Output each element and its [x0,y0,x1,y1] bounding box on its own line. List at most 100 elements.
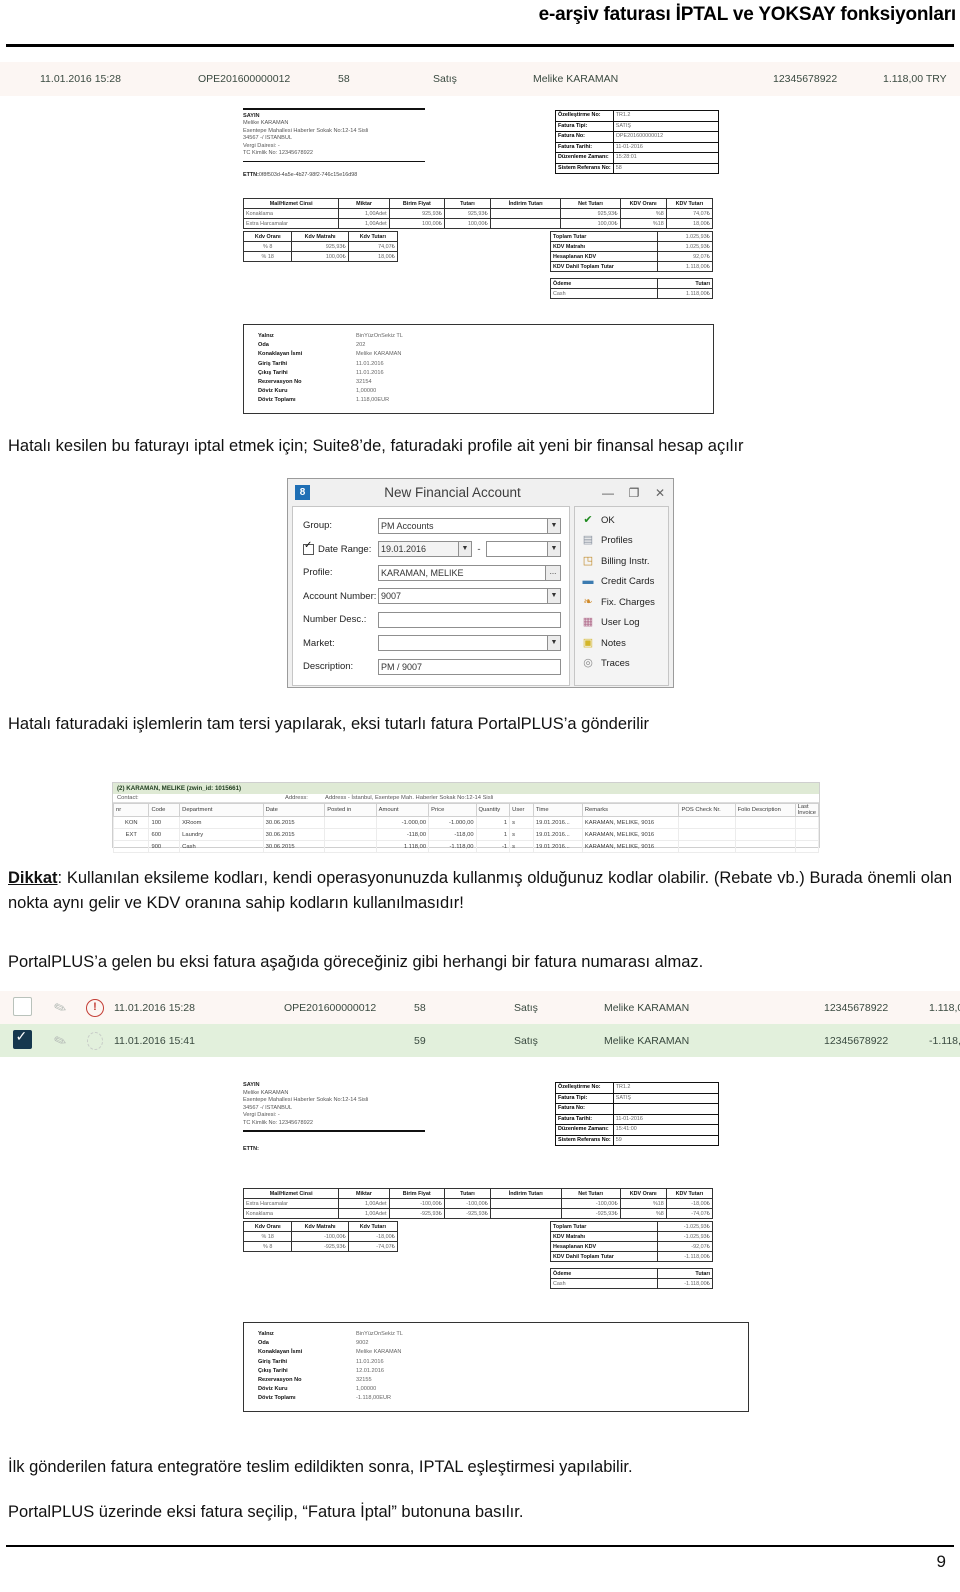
account-number-select[interactable]: 9007 ▼ [378,588,561,605]
date-from-input[interactable]: 19.01.2016 ▼ [378,541,472,558]
chevron-down-icon[interactable]: ▼ [547,518,560,533]
cell [794,828,820,841]
total-val: 1.118,00₺ [657,261,713,272]
grid-col-header[interactable]: Posted in [324,803,377,817]
row-checkbox[interactable] [12,996,32,1016]
paragraph-4: PortalPLUS’a gelen bu eksi fatura aşağıd… [8,953,704,971]
grid-col-header[interactable]: Remarks [581,803,680,817]
description-input[interactable]: PM / 9007 [378,658,561,675]
address-line: TC Kimlik No: 12345678922 [243,1119,313,1126]
table-row[interactable]: 900 Cash 30.06.2015 1.118,00 -1.118,00 -… [112,840,820,853]
meta-table: Özelleştirme No: TR1.2 Fatura Tipi: SATIŞ … [555,110,719,174]
dialog-body: Group: PM Accounts ▼ Date Range: 19.01.2… [288,506,673,690]
cell: -18,00₺ [665,1198,714,1209]
grid-col-header[interactable]: Last Invoice [794,803,820,817]
cell: 18,00₺ [347,251,399,262]
invoice1-payment-table: Ödeme Tutarı Cash 1.118,00₺ [550,278,713,299]
grid-col-header[interactable]: POS Check Nr. [678,803,736,817]
meta-key: Fatura Tipi: [555,120,614,132]
billing-instr-button[interactable]: ◳ Billing Instr. [575,551,668,572]
grid-col-header[interactable]: nr [112,803,150,817]
grid-col-header[interactable]: Amount [375,803,430,817]
grid-col-header[interactable]: Time [532,803,583,817]
profile-input[interactable]: KARAMAN, MELIKE ... [378,564,561,581]
footer-val: 32155 [356,1377,372,1384]
cell: 925,93₺ [291,241,349,252]
invoice2-payment-table: Ödeme Tutarı Cash -1.118,00₺ [550,1268,713,1289]
chevron-down-icon[interactable]: ▼ [547,542,560,557]
date-range-checkbox[interactable] [303,540,314,555]
billing-icon: ◳ [582,554,594,567]
row-amount: 1.118,00 TRY [883,73,947,85]
list-item[interactable]: ✎ ! 11.01.2016 15:28 OPE201600000012 58 … [0,991,960,1024]
chevron-down-icon[interactable]: ▼ [547,589,560,604]
footer-key: Oda [258,342,269,349]
new-financial-account-dialog[interactable]: 8 New Financial Account — ❐ ✕ Group: PM … [287,478,674,688]
invoice2-address-block: SAYIN Melike KARAMAN Esentepe Mahallesi … [243,1082,425,1132]
cell: -100,00₺ [291,1231,349,1242]
grid-col-header[interactable]: Department [179,803,264,817]
cell: KARAMAN, MELIKE, 9016 [581,828,680,841]
edit-pencil-icon[interactable]: ✎ [51,1032,69,1050]
profiles-button[interactable]: ▤ Profiles [575,531,668,552]
ok-button[interactable]: ✔ OK [575,510,668,531]
grid-col-header[interactable]: Code [148,803,181,817]
grid-col-header[interactable]: Price [428,803,477,817]
suite8-posting-grid[interactable]: (2) KARAMAN, MELIKE (zwin_id: 1015661) C… [112,782,820,853]
minimize-button[interactable]: — [595,486,621,500]
col-header: Net Tutarı [560,1188,621,1199]
group-select[interactable]: PM Accounts ▼ [378,517,561,534]
col-header: Tutarı [657,1268,713,1279]
notes-button[interactable]: ▣ Notes [575,633,668,654]
market-select[interactable]: ▼ [378,635,561,652]
warning-circle-icon: ! [86,998,104,1017]
portalplus-top-row[interactable]: 11.01.2016 15:28 OPE201600000012 58 Satı… [0,62,960,96]
chevron-down-icon[interactable]: ▼ [547,636,560,651]
grid-col-header[interactable]: Folio Description [734,803,796,817]
number-desc-input[interactable] [378,611,561,628]
cell: Cash [179,840,264,853]
row-date: 11.01.2016 15:41 [114,1034,195,1047]
maximize-button[interactable]: ❐ [621,486,647,500]
invoice1-kdv-table: Kdv Oranı Kdv Matrahı Kdv Tutarı % 8 925… [242,231,399,262]
lookup-ellipsis-icon[interactable]: ... [545,565,560,580]
address-line: 34567 -/ ISTANBUL [243,1104,293,1111]
document-page: e-arşiv faturası İPTAL ve YOKSAY fonksiy… [0,0,960,1592]
field-group: Market: ▼ [303,634,561,654]
cell: KARAMAN, MELIKE, 9016 [581,816,680,829]
row-invoice-no: OPE201600000012 [284,1001,377,1014]
grid-col-header[interactable]: Date [262,803,326,817]
grid-col-header[interactable]: User [509,803,534,817]
cell: -925,93₺ [443,1208,492,1219]
user-log-button[interactable]: ▦ User Log [575,613,668,634]
table-row: Cash 1.118,00₺ [550,288,713,299]
cell: 19.01.2016... [532,840,583,853]
credit-cards-button[interactable]: ▬ Credit Cards [575,572,668,593]
edit-pencil-icon[interactable]: ✎ [51,999,69,1017]
list-item[interactable]: ✎ ! 11.01.2016 15:41 59 Satış Melike KAR… [0,1024,960,1057]
col-header: Ödeme [550,1268,658,1279]
meta-key: Fatura No: [555,1103,614,1115]
cell [489,218,562,229]
cell: -100,00₺ [388,1198,445,1209]
ok-label: OK [601,514,615,526]
footer-val: 1.118,00EUR [356,397,390,404]
grid-col-header[interactable]: Quantity [475,803,511,817]
table-row[interactable]: KON 100 XRoom 30.06.2015 -1.000,00 -1.00… [112,816,820,829]
meta-val: 59 [612,1134,719,1146]
date-range-separator: - [477,543,481,555]
date-to-input[interactable]: ▼ [486,541,561,558]
fix-charges-button[interactable]: ❧ Fix. Charges [575,592,668,613]
cell [678,840,736,853]
table-row[interactable]: EXT 600 Laundry 30.06.2015 -118,00 -118,… [112,828,820,841]
dikkat-text: : Kullanılan eksileme kodları, kendi ope… [8,869,952,912]
address-rule-bottom [243,1130,425,1132]
traces-button[interactable]: ◎ Traces [575,654,668,675]
invoice1-ettn: ETTN:0f8f503d-4a5e-4b27-98f2-746c15e16d9… [243,172,357,180]
close-button[interactable]: ✕ [647,486,673,500]
chevron-down-icon[interactable]: ▼ [458,542,471,557]
address-line: Esentepe Mahallesi Haberler Sokak No:12-… [243,1097,369,1103]
row-checkbox[interactable] [12,1029,32,1049]
grid-title: (2) KARAMAN, MELIKE (zwin_id: 1015661) [113,783,819,794]
credit-card-icon: ▬ [582,575,594,588]
